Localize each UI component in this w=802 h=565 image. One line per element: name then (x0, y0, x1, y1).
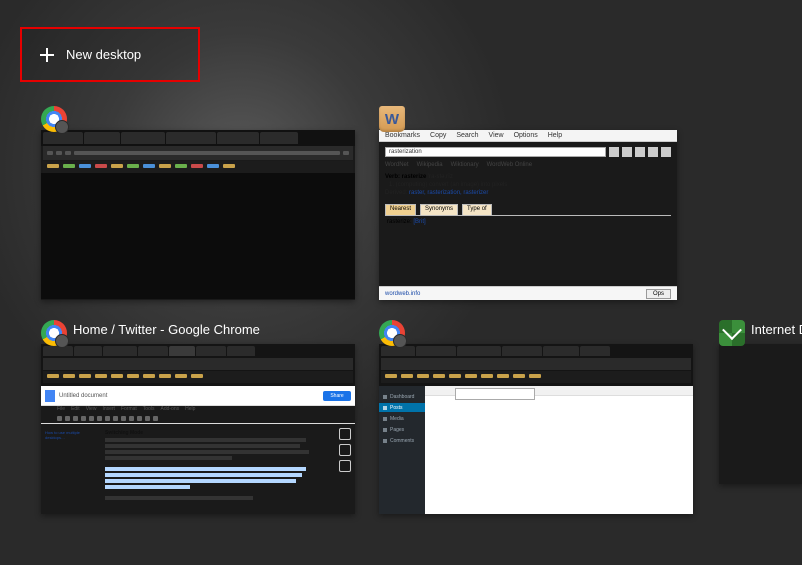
new-desktop-button[interactable]: New desktop (20, 27, 200, 82)
plus-icon (40, 48, 54, 62)
window-thumbnail: Dashboard Posts Media Pages Comments Con… (379, 344, 693, 514)
docs-icon (45, 390, 55, 402)
new-desktop-label: New desktop (66, 47, 141, 62)
share-button: Share (323, 391, 351, 401)
chrome-icon (41, 106, 67, 132)
chrome-icon (41, 320, 67, 346)
window-title: Home / Twitter - Google Chrome (73, 322, 260, 337)
window-thumbnail (41, 130, 355, 300)
idm-icon (719, 320, 745, 346)
ops-button: Ops (646, 289, 671, 299)
window-chrome-twitter[interactable]: Home / Twitter - Google Chrome Untitled … (41, 320, 355, 514)
window-title: Internet Do (751, 322, 802, 337)
wp-admin-sidebar: Dashboard Posts Media Pages Comments (379, 386, 425, 514)
task-view-row-1: W BookmarksCopySearchViewOptionsHelp ras… (41, 106, 802, 300)
window-idm[interactable]: Internet Do (719, 320, 802, 514)
window-thumbnail: Untitled document Share FileEditViewInse… (41, 344, 355, 514)
window-thumbnail (719, 344, 802, 484)
window-thumbnail: BookmarksCopySearchViewOptionsHelp raste… (379, 130, 677, 300)
window-chrome-wordpress[interactable]: Dashboard Posts Media Pages Comments Con… (379, 320, 693, 514)
window-wordweb[interactable]: W BookmarksCopySearchViewOptionsHelp ras… (379, 106, 677, 300)
search-field: rasterization (385, 147, 606, 157)
window-chrome-1[interactable] (41, 106, 355, 300)
wordweb-icon: W (379, 106, 405, 132)
task-view-row-2: Home / Twitter - Google Chrome Untitled … (41, 320, 802, 514)
chrome-icon (379, 320, 405, 346)
